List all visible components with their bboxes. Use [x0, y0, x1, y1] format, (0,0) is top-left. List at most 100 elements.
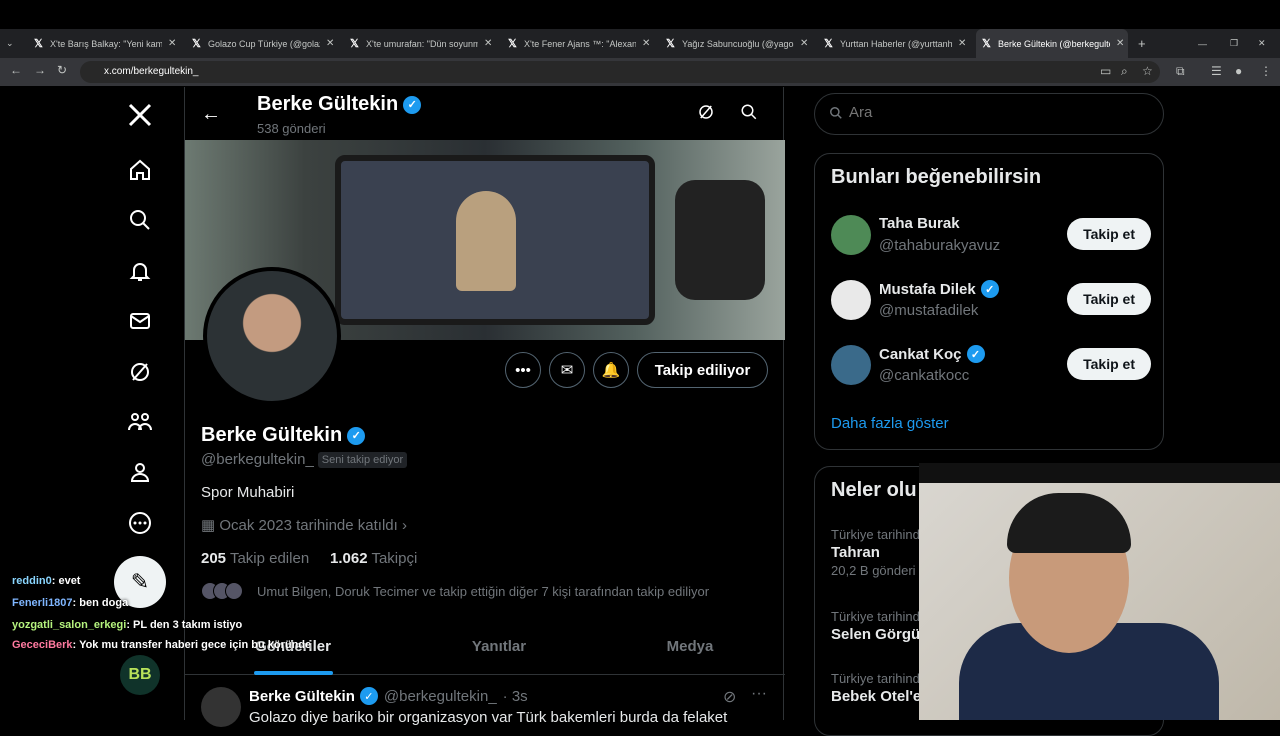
ellipsis-icon: ••• — [515, 361, 531, 379]
x-logo-icon: 𝕏 — [508, 38, 517, 50]
post-count: 538 gönderi — [257, 121, 326, 136]
search-icon[interactable] — [122, 202, 158, 238]
browser-tab[interactable]: 𝕏X'te Fener Ajans ™: "Alexander✕ — [502, 29, 654, 58]
browser-toolbar: ← → ↻ x.com/berkegultekin_ ▭ ⌕ ☆ ⧉ ☰ ● ⋮ — [0, 58, 1280, 86]
reading-list-icon[interactable]: ☰ — [1211, 64, 1222, 78]
grok-icon[interactable]: ⊘ — [723, 687, 736, 707]
close-tab-icon[interactable]: ✕ — [326, 38, 334, 49]
profile-icon[interactable] — [122, 454, 158, 490]
suggestion-item[interactable]: Taha Burak @tahaburakyavuz Takip et — [831, 205, 1151, 265]
back-icon[interactable]: ← — [10, 63, 22, 77]
chat-message: yozgatli_salon_erkegi: PL den 3 takım is… — [12, 619, 243, 631]
browser-tab-strip: ⌄ 𝕏X'te Barış Balkay: "Yeni kamera✕ 𝕏Gol… — [0, 29, 1280, 58]
forward-icon[interactable]: → — [34, 63, 46, 77]
tweet-text: Golazo diye bariko bir organizasyon var … — [249, 709, 728, 726]
header-title: Berke Gültekin ✓ — [257, 93, 422, 116]
chat-message: Fenerli1807: ben doga — [12, 597, 129, 609]
streamer-webcam-overlay — [919, 463, 1280, 720]
following-link[interactable]: 205 Takip edilen — [201, 550, 309, 567]
suggestion-item[interactable]: Mustafa Dilek ✓ @mustafadilek Takip et — [831, 270, 1151, 330]
address-bar[interactable]: x.com/berkegultekin_ — [80, 61, 1160, 83]
close-tab-icon[interactable]: ✕ — [800, 38, 808, 49]
show-more-link[interactable]: Daha fazla göster — [831, 415, 949, 432]
search-icon[interactable] — [740, 103, 758, 126]
tweet-header: Berke Gültekin ✓ @berkegultekin_ · 3s — [249, 687, 528, 705]
new-tab-icon[interactable]: + — [1138, 29, 1146, 58]
calendar-icon: ▦ — [201, 517, 216, 534]
follow-button[interactable]: Takip et — [1067, 283, 1151, 315]
verified-badge-icon: ✓ — [347, 426, 366, 445]
browser-tab[interactable]: 𝕏Yağız Sabuncuoğlu (@yagosab✕ — [660, 29, 812, 58]
extensions-icon[interactable]: ⧉ — [1176, 64, 1185, 79]
close-tab-icon[interactable]: ✕ — [168, 38, 176, 49]
close-tab-icon[interactable]: ✕ — [958, 38, 966, 49]
close-tab-icon[interactable]: ✕ — [484, 38, 492, 49]
suggestion-avatar[interactable] — [831, 215, 871, 255]
menu-kebab-icon[interactable]: ⋮ — [1260, 64, 1272, 78]
browser-tab[interactable]: 𝕏 Yurttan Haberler (@yurttanhab ✕ — [818, 29, 970, 58]
more-button[interactable]: ••• — [505, 352, 541, 388]
tab-replies[interactable]: Yanıtlar — [399, 617, 599, 675]
browser-tab[interactable]: 𝕏 X'te umurafan: "Dün soyunma ✕ — [344, 29, 496, 58]
tweet-more-icon[interactable]: ··· — [751, 685, 767, 703]
chevron-right-icon: › — [401, 517, 407, 534]
tweet[interactable]: Berke Gültekin ✓ @berkegultekin_ · 3s ⊘ … — [185, 677, 785, 727]
verified-badge-icon: ✓ — [980, 280, 999, 298]
verified-badge-icon: ✓ — [966, 345, 985, 363]
verified-badge-icon: ✓ — [403, 95, 422, 114]
x-logo-icon[interactable] — [122, 97, 158, 133]
tab-search-dropdown[interactable]: ⌄ — [6, 29, 22, 58]
close-tab-icon[interactable]: ✕ — [1116, 38, 1124, 49]
reload-icon[interactable]: ↻ — [57, 63, 67, 77]
envelope-icon: ✉ — [560, 362, 574, 379]
restore-icon[interactable]: ❐ — [1230, 29, 1238, 58]
reporter-figure — [456, 191, 516, 291]
close-tab-icon[interactable]: ✕ — [642, 38, 650, 49]
suggestion-avatar[interactable] — [831, 280, 871, 320]
notifications-bell-icon[interactable] — [122, 253, 158, 289]
notify-button[interactable]: 🔔 — [593, 352, 629, 388]
browser-tab[interactable]: 𝕏X'te Barış Balkay: "Yeni kamera✕ — [28, 29, 180, 58]
zoom-icon[interactable]: ⌕ — [1121, 64, 1128, 79]
follow-button[interactable]: Takip et — [1067, 218, 1151, 250]
profile-bio: Spor Muhabiri — [201, 484, 295, 501]
message-button[interactable]: ✉ — [549, 352, 585, 388]
x-logo-icon: 𝕏 — [350, 38, 359, 50]
suggestion-avatar[interactable] — [831, 345, 871, 385]
follow-button[interactable]: Takip et — [1067, 348, 1151, 380]
grok-icon[interactable] — [697, 103, 715, 126]
who-to-follow-card: Bunları beğenebilirsin Taha Burak @tahab… — [814, 153, 1164, 450]
search-box[interactable] — [814, 93, 1164, 135]
x-logo-icon: 𝕏 — [192, 38, 201, 50]
account-avatar[interactable]: BB — [120, 655, 160, 695]
messages-envelope-icon[interactable] — [122, 303, 158, 339]
join-date[interactable]: ▦ Ocak 2023 tarihinde katıldı › — [201, 516, 407, 534]
followers-link[interactable]: 1.062 Takipçi — [330, 550, 417, 567]
profile-avatar[interactable] — [203, 267, 341, 405]
communities-icon[interactable] — [122, 404, 158, 440]
search-input[interactable] — [849, 104, 1149, 121]
home-icon[interactable] — [122, 152, 158, 188]
back-arrow-icon[interactable]: ← — [201, 103, 221, 126]
active-tab-indicator — [254, 671, 333, 675]
cast-icon[interactable]: ▭ — [1100, 64, 1111, 78]
x-logo-icon: 𝕏 — [34, 38, 43, 50]
x-logo-icon: 𝕏 — [824, 38, 833, 50]
tab-media[interactable]: Medya — [590, 617, 790, 675]
x-logo-icon: 𝕏 — [666, 38, 675, 50]
browser-tab-active[interactable]: 𝕏Berke Gültekin (@berkegultekin✕ — [976, 29, 1128, 58]
suggestion-item[interactable]: Cankat Koç ✓ @cankatkocc Takip et — [831, 335, 1151, 395]
who-to-follow-title: Bunları beğenebilirsin — [831, 166, 1042, 188]
minimize-icon[interactable]: — — [1198, 29, 1207, 58]
trends-title: Neler olu — [831, 479, 917, 501]
url-text: x.com/berkegultekin_ — [104, 66, 199, 77]
close-window-icon[interactable]: ✕ — [1258, 29, 1266, 58]
following-button[interactable]: Takip ediliyor — [637, 352, 768, 388]
browser-tab[interactable]: 𝕏Golazo Cup Türkiye (@golazoc✕ — [186, 29, 338, 58]
more-options-icon[interactable] — [122, 505, 158, 541]
follow-stats: 205 Takip edilen 1.062 Takipçi — [201, 550, 417, 567]
grok-icon[interactable] — [122, 354, 158, 390]
profile-avatar-icon[interactable]: ● — [1235, 64, 1242, 78]
bookmark-star-icon[interactable]: ☆ — [1142, 64, 1153, 78]
tweet-avatar[interactable] — [201, 687, 241, 727]
